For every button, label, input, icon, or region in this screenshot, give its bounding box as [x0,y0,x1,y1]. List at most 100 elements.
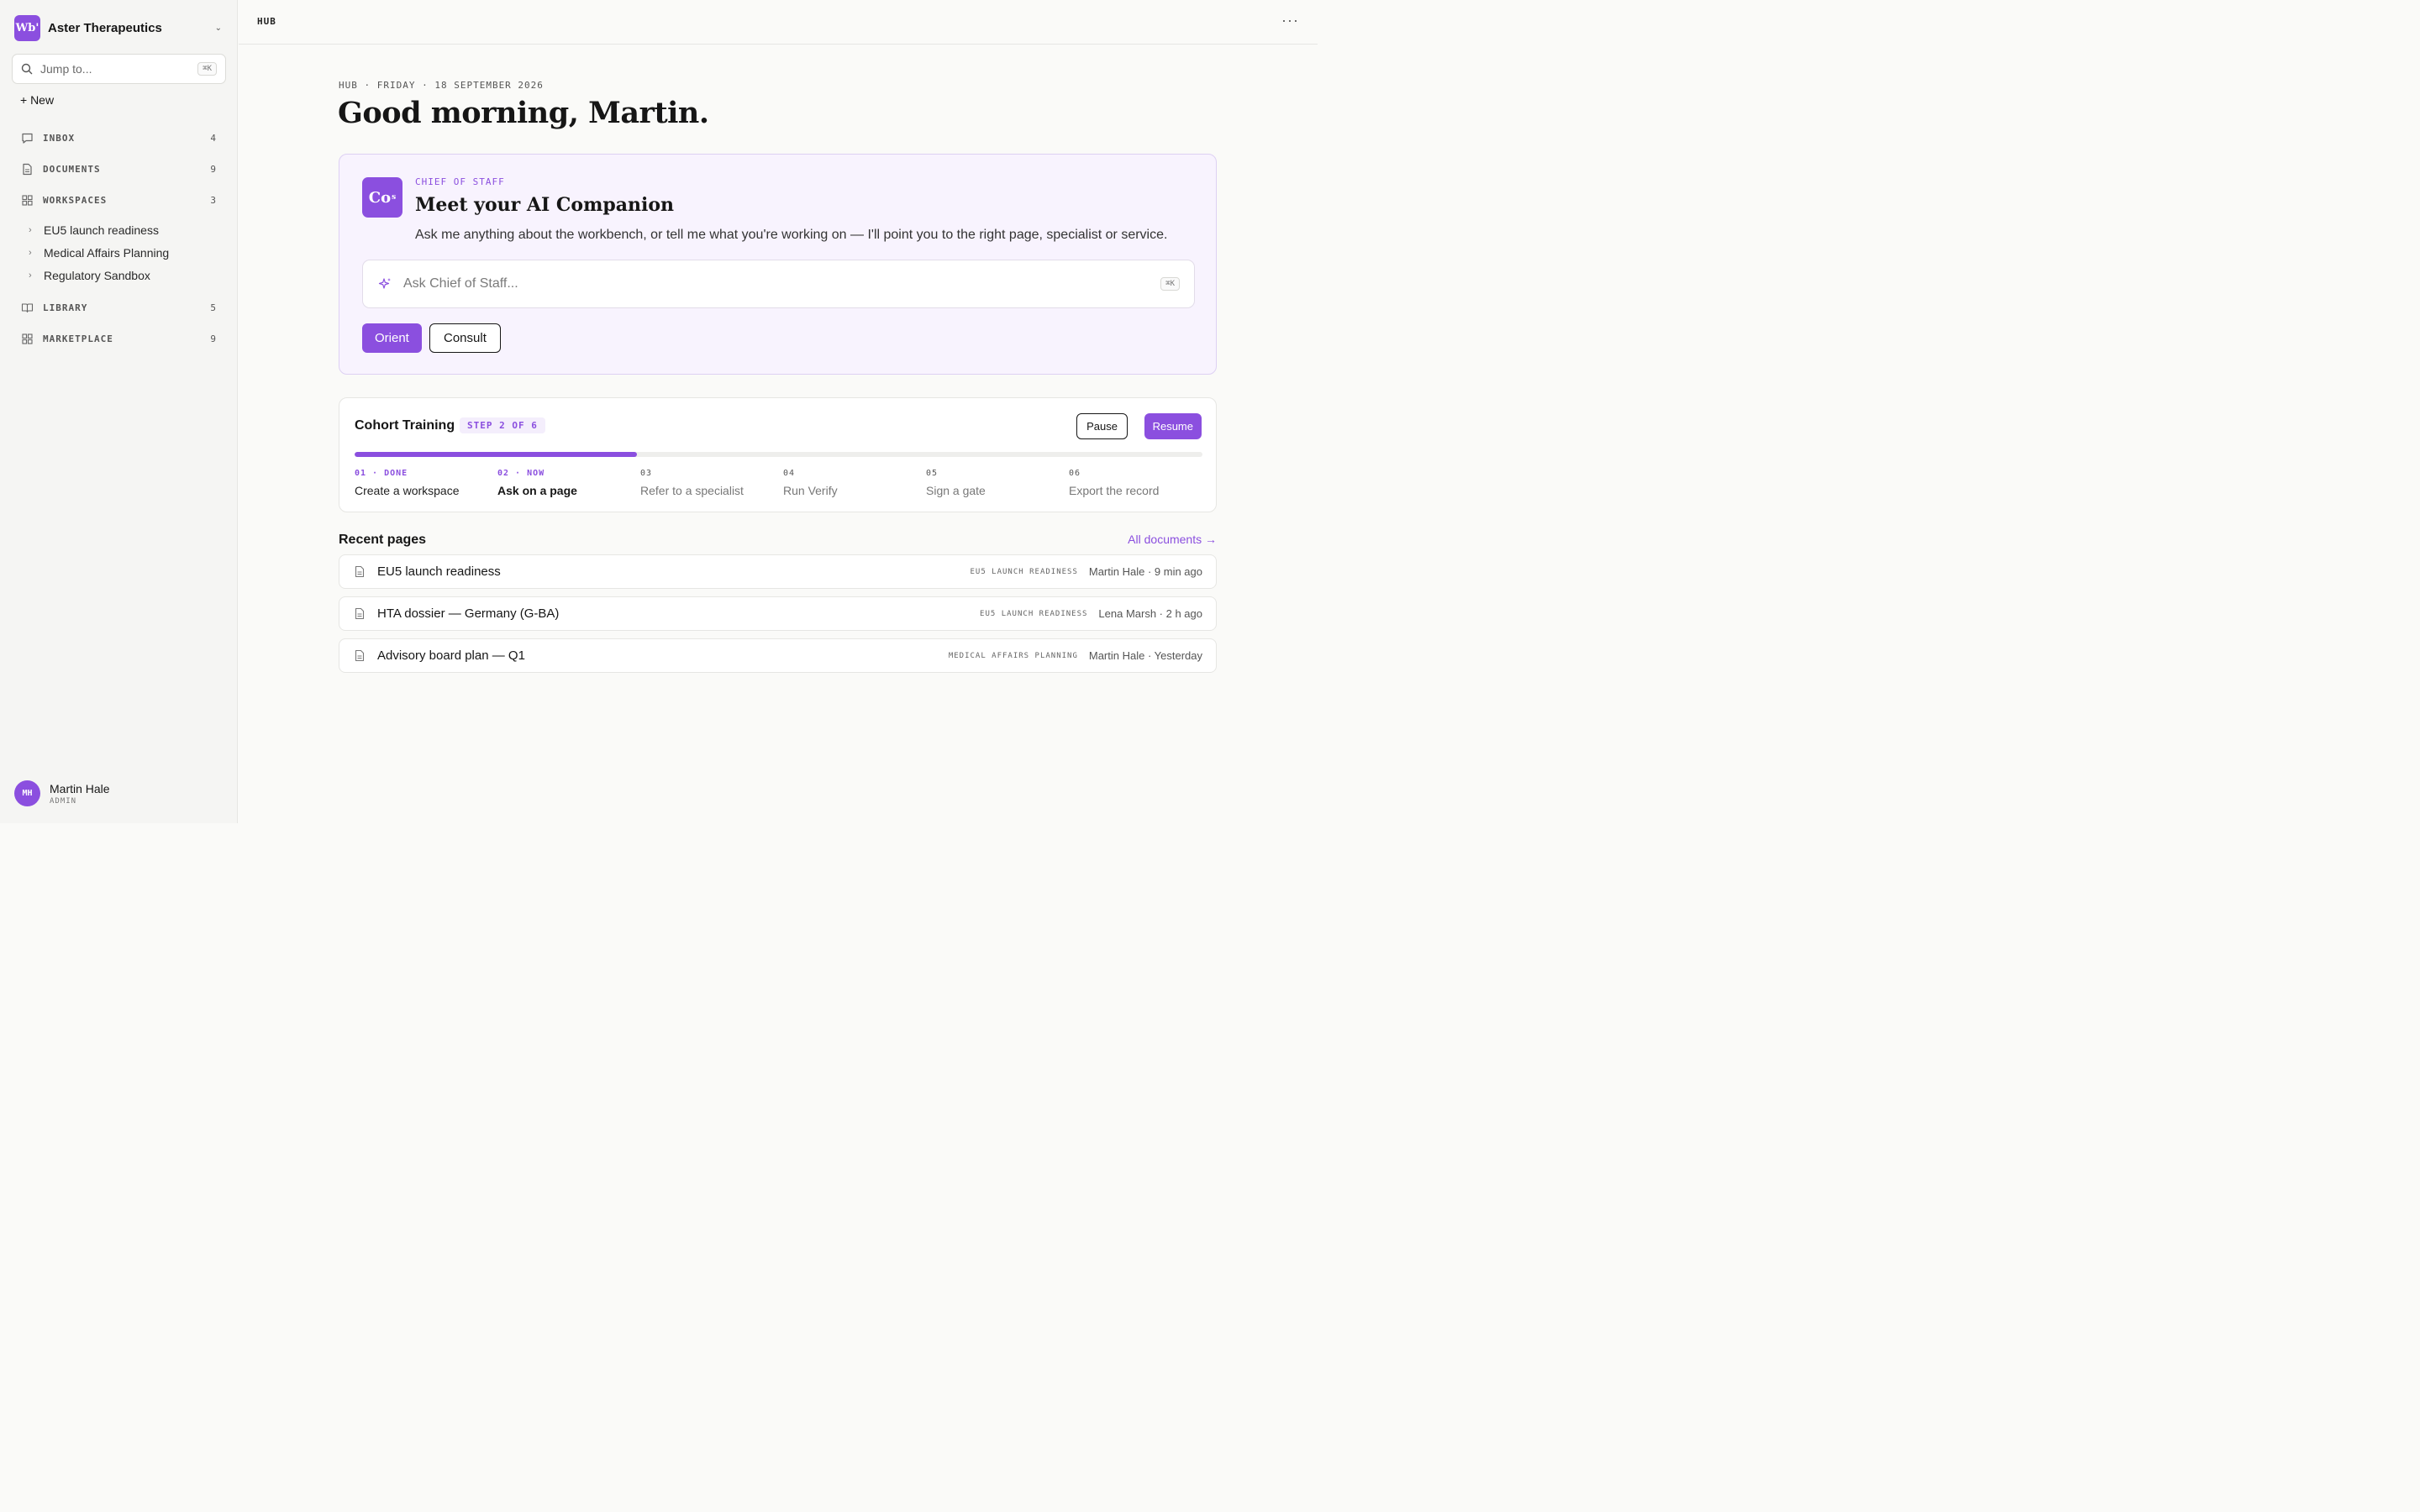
sidebar-item-count: 9 [210,163,216,175]
sidebar-item-label: WORKSPACES [43,194,108,206]
step-label: Run Verify [783,484,838,497]
recent-pages-title: Recent pages [339,533,427,547]
ask-chief-of-staff-input[interactable]: Ask Chief of Staff... ⌘K [362,260,1195,308]
book-icon [20,301,34,314]
step-label: Sign a gate [926,484,986,497]
sidebar-item-label: INBOX [43,132,76,144]
user-role: ADMIN [50,796,77,806]
document-icon [20,162,34,176]
sidebar-item-workspaces[interactable]: WORKSPACES 3 [12,187,226,213]
step-number: 05 [926,469,939,478]
training-step-1[interactable]: 01 · DONE Create a workspace [355,469,497,497]
sidebar-item-label: DOCUMENTS [43,163,101,175]
pause-button[interactable]: Pause [1076,413,1128,439]
training-progress-bar [355,452,1202,457]
ask-placeholder: Ask Chief of Staff... [403,276,518,291]
cos-title: Meet your AI Companion [415,194,675,216]
org-switcher[interactable]: Wb' Aster Therapeutics ⌄ [14,14,226,41]
grid-icon [20,332,34,345]
step-label: Refer to a specialist [640,484,744,497]
sidebar-item-count: 4 [210,132,216,144]
jump-placeholder: Jump to... [40,62,92,76]
training-step-3[interactable]: 03 Refer to a specialist [640,469,783,497]
step-label: Ask on a page [497,484,577,497]
training-step-5[interactable]: 05 Sign a gate [926,469,1069,497]
recent-page-workspace: EU5 LAUNCH READINESS [980,609,1088,618]
cos-logo-text: Co [368,188,392,207]
recent-page-meta: Lena Marsh · 2 h ago [1098,607,1202,620]
consult-button[interactable]: Consult [429,323,501,353]
more-options-icon[interactable]: ··· [1281,12,1299,29]
breadcrumb[interactable]: HUB [257,16,276,27]
training-title: Cohort Training [355,418,455,433]
sidebar-item-library[interactable]: LIBRARY 5 [12,295,226,320]
chief-of-staff-card: Co s CHIEF OF STAFF Meet your AI Companio… [339,154,1217,375]
sidebar-item-label: MARKETPLACE [43,333,113,344]
step-number: 03 [640,469,653,478]
sidebar-item-marketplace[interactable]: MARKETPLACE 9 [12,326,226,351]
training-step-2[interactable]: 02 · NOW Ask on a page [497,469,640,497]
chevron-right-icon: › [29,270,32,281]
recent-page-title: HTA dossier — Germany (G-BA) [377,606,560,621]
sidebar-item-label: LIBRARY [43,302,88,313]
workspace-item-label: EU5 launch readiness [44,223,159,237]
document-icon [353,607,366,621]
search-icon [21,63,33,75]
cos-kicker: CHIEF OF STAFF [415,176,505,187]
user-meta: Martin Hale ADMIN [50,782,110,806]
training-progress-fill [355,452,637,457]
user-profile[interactable]: MH Martin Hale ADMIN [14,780,110,806]
workspace-item-regulatory[interactable]: › Regulatory Sandbox [29,266,150,285]
sidebar-item-count: 3 [210,194,216,206]
all-documents-link[interactable]: All documents → [1128,533,1217,546]
orient-button[interactable]: Orient [362,323,422,353]
new-button[interactable]: + New [20,93,54,107]
jump-shortcut: ⌘K [197,62,217,76]
recent-page-meta: Martin Hale · 9 min ago [1088,565,1202,578]
chevron-right-icon: › [29,225,32,235]
ask-shortcut: ⌘K [1160,277,1180,291]
workspace-item-label: Regulatory Sandbox [44,269,150,282]
date-line: HUB · FRIDAY · 18 SEPTEMBER 2026 [339,80,544,91]
jump-to-search[interactable]: Jump to... ⌘K [12,54,226,84]
recent-page-workspace: EU5 LAUNCH READINESS [970,567,1078,576]
step-number: 06 [1069,469,1081,478]
recent-page-row[interactable]: Advisory board plan — Q1 MEDICAL AFFAIRS… [339,638,1217,673]
recent-page-title: EU5 launch readiness [377,564,501,579]
sidebar-item-count: 9 [210,333,216,344]
sidebar-item-count: 5 [210,302,216,313]
topbar: HUB ··· [239,0,1318,45]
sidebar-item-inbox[interactable]: INBOX 4 [12,125,226,150]
recent-page-workspace: MEDICAL AFFAIRS PLANNING [948,651,1078,660]
page-title: Good morning, Martin. [338,96,709,130]
recent-page-row[interactable]: HTA dossier — Germany (G-BA) EU5 LAUNCH … [339,596,1217,631]
cos-description: Ask me anything about the workbench, or … [415,228,1168,242]
chevron-down-icon: ⌄ [214,23,222,33]
cohort-training-card: Cohort Training STEP 2 OF 6 Pause Resume… [339,397,1217,512]
org-logo: Wb' [14,14,40,41]
workspace-item-eu5[interactable]: › EU5 launch readiness [29,221,159,239]
training-step-6[interactable]: 06 Export the record [1069,469,1212,497]
step-number: 01 · DONE [355,469,408,478]
step-number: 02 · NOW [497,469,545,478]
chief-of-staff-logo: Co s [362,177,402,218]
cos-logo-sub: s [392,193,397,202]
step-label: Export the record [1069,484,1160,497]
document-icon [353,649,366,663]
recent-page-title: Advisory board plan — Q1 [377,648,525,663]
document-icon [353,565,366,579]
chat-bubble-icon [20,131,34,144]
step-number: 04 [783,469,796,478]
sidebar: Wb' Aster Therapeutics ⌄ Jump to... ⌘K +… [0,0,238,823]
sparkle-icon [378,278,391,289]
sidebar-item-documents[interactable]: DOCUMENTS 9 [12,156,226,181]
recent-page-meta: Martin Hale · Yesterday [1088,649,1202,662]
chevron-right-icon: › [29,248,32,258]
resume-button[interactable]: Resume [1144,413,1202,439]
workspace-item-medical-affairs[interactable]: › Medical Affairs Planning [29,244,169,262]
step-label: Create a workspace [355,484,460,497]
step-badge: STEP 2 OF 6 [460,417,545,433]
grid-icon [20,193,34,207]
training-step-4[interactable]: 04 Run Verify [783,469,926,497]
recent-page-row[interactable]: EU5 launch readiness EU5 LAUNCH READINES… [339,554,1217,589]
